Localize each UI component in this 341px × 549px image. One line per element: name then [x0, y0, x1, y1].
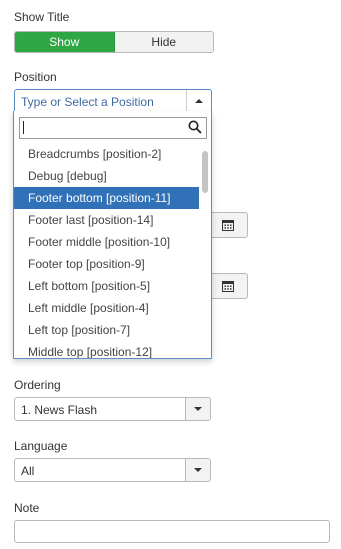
calendar-icon [222, 220, 234, 231]
language-select[interactable]: All [14, 458, 211, 482]
start-date-calendar-button[interactable] [208, 212, 248, 238]
position-option[interactable]: Breadcrumbs [position-2] [14, 143, 199, 165]
position-option[interactable]: Footer top [position-9] [14, 253, 199, 275]
note-input[interactable] [14, 520, 330, 543]
hide-option-button[interactable]: Hide [114, 32, 213, 52]
show-title-toggle[interactable]: Show Hide [14, 31, 214, 53]
calendar-icon [222, 281, 234, 292]
position-option[interactable]: Left bottom [position-5] [14, 275, 199, 297]
show-title-label: Show Title [14, 10, 70, 24]
position-option-highlighted[interactable]: Footer bottom [position-11] [14, 187, 199, 209]
position-options-list: Breadcrumbs [position-2] Debug [debug] F… [14, 143, 199, 358]
ordering-value: 1. News Flash [21, 403, 98, 417]
position-select-toggle[interactable] [186, 90, 211, 112]
ordering-select[interactable]: 1. News Flash [14, 397, 211, 421]
dropdown-scrollbar[interactable] [202, 151, 208, 193]
language-value: All [21, 464, 35, 478]
position-option[interactable]: Debug [debug] [14, 165, 199, 187]
position-option[interactable]: Footer middle [position-10] [14, 231, 199, 253]
position-option[interactable]: Footer last [position-14] [14, 209, 199, 231]
note-label: Note [14, 501, 40, 515]
chevron-up-icon [195, 99, 203, 103]
ordering-label: Ordering [14, 378, 61, 392]
search-icon [188, 120, 202, 134]
chevron-down-icon [194, 468, 202, 472]
text-cursor [23, 121, 24, 134]
language-select-toggle[interactable] [185, 459, 210, 481]
position-option[interactable]: Middle top [position-12] [14, 341, 199, 358]
position-placeholder: Type or Select a Position [21, 95, 154, 109]
ordering-select-toggle[interactable] [185, 398, 210, 420]
finish-date-calendar-button[interactable] [208, 273, 248, 299]
position-label: Position [14, 70, 57, 84]
position-select[interactable]: Type or Select a Position [14, 89, 212, 112]
chevron-down-icon [194, 407, 202, 411]
position-option[interactable]: Left top [position-7] [14, 319, 199, 341]
language-label: Language [14, 439, 68, 453]
position-option[interactable]: Left middle [position-4] [14, 297, 199, 319]
position-search-input[interactable] [19, 117, 207, 139]
position-dropdown: Breadcrumbs [position-2] Debug [debug] F… [13, 111, 212, 359]
show-option-button[interactable]: Show [15, 32, 115, 52]
